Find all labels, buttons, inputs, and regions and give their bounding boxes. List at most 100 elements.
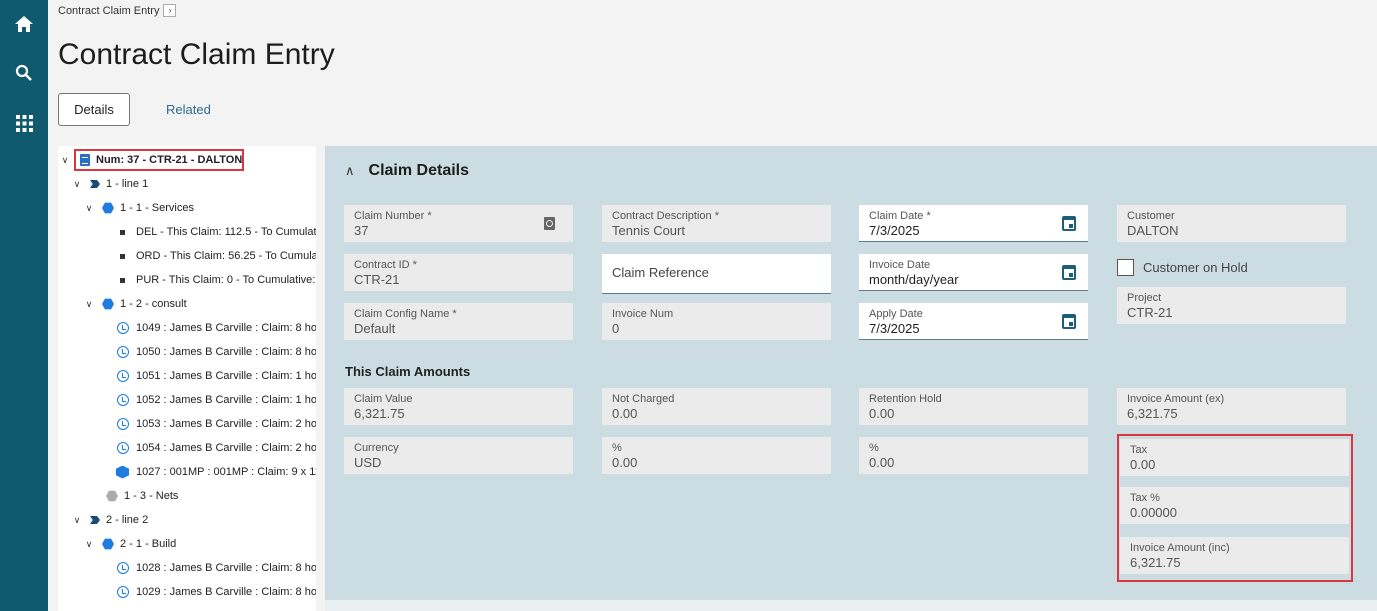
highlight-box [74, 149, 244, 171]
chevron-down-icon[interactable]: ∨ [84, 299, 94, 310]
apps-grid-icon[interactable] [12, 111, 36, 135]
chevron-down-icon[interactable]: ∨ [72, 515, 82, 526]
field-value: CTR-21 [1127, 305, 1173, 320]
claim-reference-input[interactable]: Claim Reference [602, 254, 831, 294]
calendar-icon[interactable] [1062, 314, 1076, 329]
checkbox[interactable] [1117, 259, 1134, 276]
tree-node[interactable]: ∨ 1 - 2 - consult [84, 294, 187, 314]
field-label: Claim Date * [869, 210, 931, 222]
calendar-icon[interactable] [1062, 265, 1076, 280]
invoice-date-field[interactable]: Invoice Date month/day/year [859, 254, 1088, 291]
tree-node[interactable]: ∨ 2 - 1 - Build [84, 534, 177, 554]
field-value: USD [354, 455, 382, 470]
search-icon[interactable] [12, 61, 36, 85]
tree-leaf[interactable]: 1052 : James B Carville : Claim: 1 hou [117, 390, 316, 410]
claim-number-field[interactable]: Claim Number * 37 [344, 205, 573, 242]
home-icon[interactable] [12, 12, 36, 36]
tree-leaf-label: ORD - This Claim: 56.25 - To Cumulat [136, 250, 316, 262]
line-flag-icon [90, 180, 100, 188]
invoice-num-field[interactable]: Invoice Num 0 [602, 303, 831, 340]
tree-leaf[interactable]: 1051 : James B Carville : Claim: 1 hou [117, 366, 316, 386]
currency-field[interactable]: Currency USD [344, 437, 573, 474]
claim-value-field[interactable]: Claim Value 6,321.75 [344, 388, 573, 425]
bullet-square-icon [120, 277, 125, 283]
tree-leaf[interactable]: PUR - This Claim: 0 - To Cumulative: : [120, 270, 316, 290]
tree-leaf[interactable]: 1053 : James B Carville : Claim: 2 hou [117, 414, 316, 434]
hexagon-icon [102, 202, 114, 214]
claim-config-name-field[interactable]: Claim Config Name * Default [344, 303, 573, 340]
tree-node-label: 1 - line 1 [106, 178, 149, 190]
bullet-square-icon [120, 229, 125, 235]
hexagon-icon [106, 490, 118, 502]
retention-percent-field[interactable]: % 0.00 [859, 437, 1088, 474]
apply-date-field[interactable]: Apply Date 7/3/2025 [859, 303, 1088, 340]
panel-divider [325, 600, 1377, 611]
lookup-icon[interactable] [544, 217, 555, 230]
tree-leaf-label: 1049 : James B Carville : Claim: 8 hou [136, 322, 316, 334]
chevron-down-icon[interactable]: ∨ [72, 179, 82, 190]
clock-icon [117, 322, 129, 334]
field-value: 6,321.75 [1127, 406, 1178, 421]
tree-node-label: 2 - 1 - Build [120, 538, 177, 550]
tree-leaf-label: 1027 : 001MP : 001MP : Claim: 9 x 11 ( [136, 466, 316, 478]
tree-leaf[interactable]: 1049 : James B Carville : Claim: 8 hou [117, 318, 316, 338]
clock-icon [117, 586, 129, 598]
field-value: 0.00 [612, 455, 638, 470]
field-label: % [869, 442, 879, 454]
tree-leaf[interactable]: 1028 : James B Carville : Claim: 8 hou [117, 558, 316, 578]
contract-id-field[interactable]: Contract ID * CTR-21 [344, 254, 573, 291]
calendar-icon[interactable] [1062, 216, 1076, 231]
field-value: month/day/year [869, 272, 959, 287]
tree-leaf[interactable]: 1050 : James B Carville : Claim: 8 hou [117, 342, 316, 362]
customer-field[interactable]: Customer DALTON [1117, 205, 1346, 242]
tree-leaf[interactable]: ORD - This Claim: 56.25 - To Cumulat [120, 246, 316, 266]
field-value: 0 [612, 321, 620, 336]
tree-node[interactable]: ∨ 2 - line 2 [72, 510, 149, 530]
chevron-down-icon[interactable]: ∨ [84, 203, 94, 214]
tab-related[interactable]: Related [166, 93, 211, 126]
clock-icon [117, 370, 129, 382]
tree-leaf[interactable]: 1054 : James B Carville : Claim: 2 hou [117, 438, 316, 458]
field-label: Invoice Num [612, 308, 674, 320]
hexagon-icon [102, 538, 114, 550]
tree-node[interactable]: 1 - 3 - Nets [106, 486, 178, 506]
field-label: Claim Number * [354, 210, 432, 222]
invoice-amount-ex-field[interactable]: Invoice Amount (ex) 6,321.75 [1117, 388, 1346, 425]
contract-description-field[interactable]: Contract Description * Tennis Court [602, 205, 831, 242]
clock-icon [117, 418, 129, 430]
chevron-down-icon[interactable]: ∨ [84, 539, 94, 550]
tree-leaf[interactable]: 1029 : James B Carville : Claim: 8 hou [117, 582, 316, 602]
breadcrumb-item[interactable]: Contract Claim Entry [58, 5, 159, 17]
field-value: Tennis Court [612, 223, 685, 238]
tree-node-label: 1 - 1 - Services [120, 202, 194, 214]
field-value: 0.00 [612, 406, 638, 421]
clock-icon [117, 442, 129, 454]
tree-node[interactable]: ∨ 1 - 1 - Services [84, 198, 194, 218]
field-value: 7/3/2025 [869, 321, 920, 336]
tree-leaf[interactable]: 1027 : 001MP : 001MP : Claim: 9 x 11 ( [116, 462, 316, 482]
field-value: 7/3/2025 [869, 223, 920, 238]
tree-node[interactable]: ∨ 1 - line 1 [72, 174, 149, 194]
not-charged-field[interactable]: Not Charged 0.00 [602, 388, 831, 425]
hexagon-icon [102, 298, 114, 310]
project-field[interactable]: Project CTR-21 [1117, 287, 1346, 324]
retention-hold-field[interactable]: Retention Hold 0.00 [859, 388, 1088, 425]
nav-rail [0, 0, 48, 611]
chevron-down-icon[interactable]: ∨ [60, 155, 70, 166]
page-title: Contract Claim Entry [58, 38, 335, 71]
customer-on-hold-checkbox[interactable]: Customer on Hold [1117, 259, 1248, 276]
breadcrumb: Contract Claim Entry › [58, 4, 177, 17]
tab-details[interactable]: Details [58, 93, 130, 126]
field-label: Apply Date [869, 308, 923, 320]
claim-date-field[interactable]: Claim Date * 7/3/2025 [859, 205, 1088, 242]
clock-icon [117, 346, 129, 358]
tree-leaf[interactable]: DEL - This Claim: 112.5 - To Cumulati [120, 222, 316, 242]
chevron-up-icon[interactable]: ∧ [345, 163, 355, 179]
not-charged-percent-field[interactable]: % 0.00 [602, 437, 831, 474]
claim-details-header[interactable]: ∧ Claim Details [345, 162, 469, 180]
checkbox-label: Customer on Hold [1143, 260, 1248, 275]
chevron-right-icon[interactable]: › [163, 4, 177, 17]
field-value: 37 [354, 223, 369, 238]
field-placeholder: Claim Reference [612, 265, 709, 280]
cube-icon [116, 465, 129, 479]
